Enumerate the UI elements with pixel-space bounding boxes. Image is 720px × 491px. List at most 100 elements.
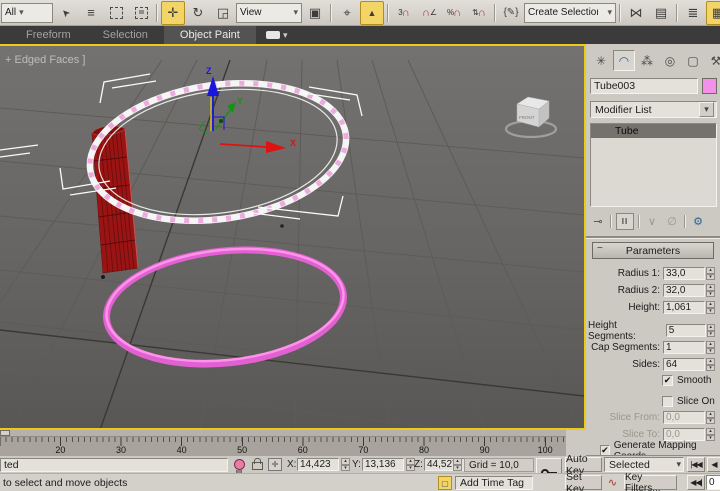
chevron-down-icon: ▾ — [607, 7, 612, 18]
ribbon-minimize-button[interactable]: ▬ ▾ — [266, 26, 288, 44]
percent-snap-toggle[interactable]: %∩ — [442, 1, 466, 25]
object-color-swatch[interactable] — [702, 78, 717, 94]
spinner-snap-toggle[interactable]: ⇅∩ — [467, 1, 491, 25]
viewport-canvas[interactable]: Z Y X FRONT — [0, 46, 584, 428]
perspective-viewport[interactable]: Z Y X FRONT + Edged Faces ] — [0, 44, 586, 430]
keyboard-shortcut-override-toggle[interactable]: ▲ — [360, 1, 384, 25]
go-to-end-button[interactable]: ◀◀| — [687, 475, 705, 490]
parameter-input[interactable]: 1 — [663, 341, 705, 354]
spinner-buttons[interactable]: ▴▾ — [706, 341, 715, 354]
viewport-shading-label[interactable]: + Edged Faces ] — [5, 54, 85, 66]
ribbon-tab[interactable]: Selection — [87, 26, 164, 44]
select-and-scale-button[interactable]: ◲ — [211, 1, 235, 25]
selection-filter-dropdown[interactable]: All ▾ — [1, 3, 53, 23]
select-and-rotate-button[interactable]: ↻ — [186, 1, 210, 25]
y-coordinate-field[interactable]: 13,136 — [362, 458, 404, 471]
make-unique-icon[interactable]: ∨ — [644, 214, 660, 229]
track-bar[interactable] — [0, 430, 566, 437]
layer-manager-button[interactable]: ≣ — [681, 1, 705, 25]
selection-lock-icon[interactable] — [252, 462, 263, 470]
timeline-ruler[interactable]: 20 30 40 50 60 70 80 90 100 — [0, 437, 566, 456]
spinner-buttons[interactable]: ▴▾ — [706, 267, 715, 280]
use-pivot-center-button[interactable]: ▣ — [303, 1, 327, 25]
spinner-buttons[interactable]: ▴▾ — [706, 358, 715, 371]
configure-modifier-sets-icon[interactable]: ⚙ — [690, 214, 706, 229]
add-time-tag-field[interactable]: Add Time Tag — [455, 476, 533, 490]
modifier-list-dropdown[interactable]: Modifier List ▾ — [590, 101, 717, 118]
ribbon-tab[interactable]: Freeform — [10, 26, 87, 44]
window-crossing-toggle[interactable] — [129, 1, 153, 25]
x-spinner[interactable]: ▴▾ — [341, 458, 350, 471]
transform-gizmo[interactable]: Z Y X — [199, 66, 296, 153]
modifier-stack-item[interactable]: Tube — [591, 124, 716, 138]
object-name-field[interactable]: Tube003 — [590, 78, 698, 94]
set-key-button[interactable]: Set Key — [565, 475, 602, 490]
parameters-rollout-header[interactable]: − Parameters — [592, 242, 714, 259]
ruler-frame-label: 90 — [480, 445, 490, 455]
modifier-stack[interactable]: Tube — [590, 123, 717, 207]
hierarchy-tab[interactable]: ⁂ — [636, 50, 658, 71]
parameter-input[interactable]: 33,0 — [663, 267, 705, 280]
select-by-name-button[interactable]: ≡ — [79, 1, 103, 25]
viewcube[interactable]: FRONT — [506, 97, 556, 137]
remove-modifier-icon[interactable]: ∅ — [664, 214, 680, 229]
parameter-input[interactable]: 5 — [666, 324, 706, 337]
spinner-buttons[interactable]: ▴▾ — [706, 411, 715, 424]
parameter-input[interactable]: 1,061 — [663, 301, 705, 314]
parameter-row: Height: 1,061 ▴▾ — [588, 299, 718, 316]
pin-stack-icon[interactable]: ⊸ — [590, 214, 606, 229]
rectangular-selection-region-button[interactable] — [104, 1, 128, 25]
viewcube-front-label: FRONT — [519, 115, 535, 120]
utilities-tab[interactable]: ⚒ — [705, 50, 720, 71]
isolate-selection-icon[interactable] — [234, 459, 244, 471]
key-filters-button[interactable]: Key Filters... — [624, 475, 677, 490]
angle-snap-toggle[interactable]: ∩∠ — [417, 1, 441, 25]
time-slider-handle[interactable] — [0, 430, 10, 436]
modify-tab[interactable]: ◠ — [613, 50, 635, 71]
ruler-frame-label: 60 — [298, 445, 308, 455]
dashed-rect-icon — [110, 7, 123, 19]
display-tab[interactable]: ▢ — [682, 50, 704, 71]
ruler-frame-label: 50 — [237, 445, 247, 455]
reference-coordinate-dropdown[interactable]: View ▾ — [236, 3, 302, 23]
parameter-input[interactable]: 0,0 — [663, 411, 705, 424]
select-and-manipulate-button[interactable]: ⌖ — [335, 1, 359, 25]
spinner-buttons[interactable]: ▴▾ — [706, 284, 715, 297]
motion-icon: ◎ — [665, 54, 675, 68]
default-in-out-tangent-icon[interactable]: ∿ — [604, 475, 621, 490]
ribbon-tab[interactable]: Object Paint — [164, 26, 256, 44]
time-tag-icon[interactable]: ▢ — [438, 476, 452, 490]
snaps-toggle[interactable]: 3∩ — [392, 1, 416, 25]
pink-tube-ring[interactable] — [101, 238, 349, 375]
spinner-buttons[interactable]: ▴▾ — [706, 301, 715, 314]
go-to-start-button[interactable]: |◀◀ — [687, 457, 705, 472]
previous-frame-button[interactable]: ◀ — [707, 457, 720, 472]
ribbon-tab-label: Object Paint — [180, 29, 240, 41]
absolute-offset-mode-icon[interactable]: ✛ — [268, 458, 282, 471]
z-spinner[interactable]: ▴▾ — [453, 458, 462, 471]
key-selection-dropdown[interactable]: Selected ▾ — [604, 457, 684, 472]
status-message: ted — [4, 459, 19, 471]
create-tab[interactable]: ✳ — [590, 50, 612, 71]
show-end-result-icon[interactable]: II — [616, 213, 634, 230]
spinner-buttons[interactable]: ▴▾ — [707, 324, 715, 337]
named-selection-set-dropdown[interactable]: Create Selection Se ▾ — [524, 3, 616, 23]
graphite-ribbon-toggle[interactable]: ▦ — [706, 1, 720, 25]
smooth-checkbox[interactable]: ✔ — [662, 375, 673, 386]
select-object-button[interactable]: ➤ — [54, 1, 78, 25]
parameter-input[interactable]: 64 — [663, 358, 705, 371]
align-button[interactable]: ▤ — [649, 1, 673, 25]
window-crossing-icon — [135, 7, 148, 19]
mirror-button[interactable]: ⋈ — [624, 1, 648, 25]
motion-tab[interactable]: ◎ — [659, 50, 681, 71]
edit-named-selection-sets-button[interactable]: {✎} — [499, 1, 523, 25]
generate-mapping-checkbox[interactable]: ✔ — [600, 445, 610, 456]
parameter-label: Radius 1: — [618, 268, 660, 279]
prompt-text: to select and move objects — [3, 477, 127, 489]
slice-on-checkbox[interactable] — [662, 396, 673, 407]
slice-parameter-group: Slice From: 0,0 ▴▾ Slice To: 0,0 ▴▾ — [588, 409, 718, 443]
current-frame-field[interactable]: 0 — [706, 475, 720, 490]
select-and-move-button[interactable]: ✛ — [161, 1, 185, 25]
x-coordinate-field[interactable]: 14,423 — [297, 458, 339, 471]
parameter-input[interactable]: 32,0 — [663, 284, 705, 297]
